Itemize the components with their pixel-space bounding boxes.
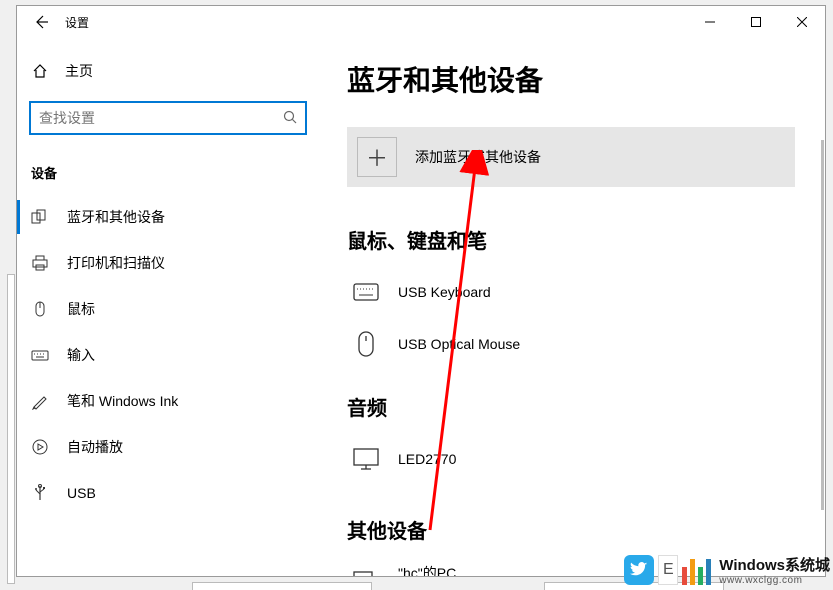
add-device-button[interactable]: ＋ 添加蓝牙或其他设备: [347, 127, 795, 187]
device-row[interactable]: USB Optical Mouse: [347, 318, 807, 370]
sidebar: 主页 设备 蓝牙和其他设备: [17, 38, 319, 576]
sidebar-item-pen[interactable]: 笔和 Windows Ink: [17, 378, 319, 424]
sidebar-nav: 蓝牙和其他设备 打印机和扫描仪 鼠标: [17, 194, 319, 516]
sidebar-item-label: 打印机和扫描仪: [67, 253, 165, 273]
add-device-label: 添加蓝牙或其他设备: [415, 147, 541, 167]
bluetooth-devices-icon: [31, 208, 49, 226]
window-title: 设置: [65, 14, 89, 31]
device-label: "hc"的PC: [398, 563, 456, 577]
sidebar-item-mouse[interactable]: 鼠标: [17, 286, 319, 332]
device-row[interactable]: USB Keyboard: [347, 266, 807, 318]
sidebar-item-label: 自动播放: [67, 437, 123, 457]
watermark-url: www.wxclgg.com: [719, 575, 830, 586]
sidebar-item-usb[interactable]: USB: [17, 470, 319, 516]
autoplay-icon: [31, 438, 49, 456]
background-window-edge: [7, 274, 15, 584]
plus-icon: ＋: [357, 137, 397, 177]
pen-icon: [31, 392, 49, 410]
keyboard-icon: [31, 346, 49, 364]
device-label: LED2770: [398, 451, 456, 467]
close-icon: [797, 17, 807, 27]
back-button[interactable]: [17, 6, 65, 38]
maximize-icon: [751, 17, 761, 27]
search-icon: [283, 110, 297, 127]
device-label: USB Keyboard: [398, 284, 491, 300]
sidebar-home-label: 主页: [65, 61, 93, 81]
window-body: 主页 设备 蓝牙和其他设备: [17, 38, 825, 576]
sidebar-home[interactable]: 主页: [17, 53, 319, 89]
device-info: "hc"的PC 未连接: [398, 563, 456, 577]
section-mouse-kb-pen: 鼠标、键盘和笔: [347, 225, 807, 254]
watermark-e-icon: E: [658, 555, 678, 585]
sidebar-item-bluetooth-devices[interactable]: 蓝牙和其他设备: [17, 194, 319, 240]
window-controls: [687, 6, 825, 38]
sidebar-item-typing[interactable]: 输入: [17, 332, 319, 378]
device-row[interactable]: LED2770: [347, 433, 807, 485]
watermark-text: Windows系统城 www.wxclgg.com: [719, 554, 830, 586]
watermark-bird-icon: [624, 555, 654, 585]
home-icon: [31, 63, 49, 79]
mouse-icon: [352, 330, 380, 358]
scrollbar[interactable]: [821, 140, 824, 510]
usb-icon: [31, 484, 49, 502]
search-input[interactable]: [39, 110, 283, 126]
pc-icon: [352, 571, 380, 576]
minimize-icon: [705, 17, 715, 27]
keyboard-icon: [352, 283, 380, 301]
section-audio: 音频: [347, 392, 807, 421]
watermark-brand: Windows系统城: [719, 554, 830, 575]
main-panel: 蓝牙和其他设备 ＋ 添加蓝牙或其他设备 鼠标、键盘和笔 USB Keyboard…: [319, 38, 825, 576]
sidebar-item-label: 蓝牙和其他设备: [67, 207, 165, 227]
monitor-icon: [352, 448, 380, 470]
section-other: 其他设备: [347, 515, 807, 544]
sidebar-item-printers[interactable]: 打印机和扫描仪: [17, 240, 319, 286]
back-arrow-icon: [33, 14, 49, 30]
minimize-button[interactable]: [687, 6, 733, 38]
sidebar-section-label: 设备: [31, 163, 319, 182]
sidebar-item-label: USB: [67, 485, 96, 501]
watermark: E Windows系统城 www.wxclgg.com: [624, 554, 830, 586]
sidebar-item-label: 鼠标: [67, 299, 95, 319]
sidebar-item-label: 笔和 Windows Ink: [67, 391, 178, 411]
settings-window: 设置 主页: [16, 5, 826, 577]
sidebar-item-autoplay[interactable]: 自动播放: [17, 424, 319, 470]
printer-icon: [31, 254, 49, 272]
device-label: USB Optical Mouse: [398, 336, 520, 352]
titlebar: 设置: [17, 6, 825, 38]
page-title: 蓝牙和其他设备: [347, 59, 807, 99]
mouse-icon: [31, 300, 49, 318]
sidebar-item-label: 输入: [67, 345, 95, 365]
search-box[interactable]: [29, 101, 307, 135]
watermark-bars-icon: [682, 555, 711, 585]
close-button[interactable]: [779, 6, 825, 38]
maximize-button[interactable]: [733, 6, 779, 38]
